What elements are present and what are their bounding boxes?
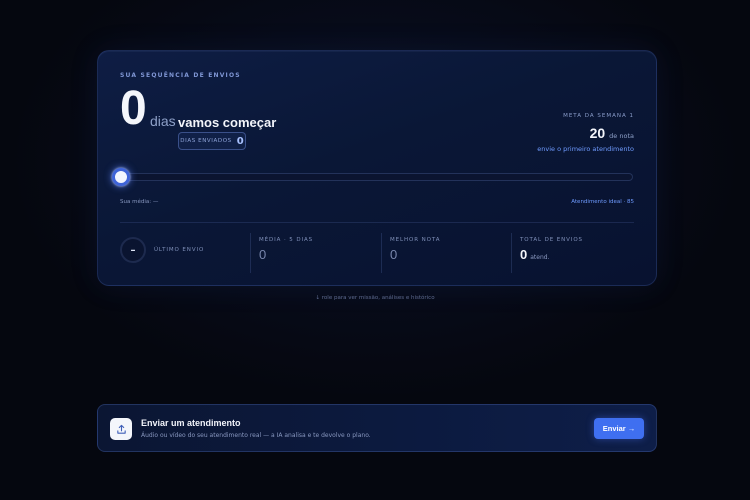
progress-track bbox=[120, 173, 633, 181]
total-submissions-unit: atend. bbox=[530, 254, 550, 261]
stat-total-submissions: TOTAL DE ENVIOS 0 atend. bbox=[511, 233, 636, 273]
average-5-days-value: 0 bbox=[259, 247, 267, 262]
weekly-goal: 20 de nota bbox=[590, 125, 634, 141]
last-submission-value: – bbox=[130, 244, 136, 256]
streak-card: SUA SEQUÊNCIA DE ENVIOS 0 dias vamos com… bbox=[97, 50, 657, 286]
days-sent-label: DIAS ENVIADOS bbox=[180, 138, 232, 144]
best-score-value: 0 bbox=[390, 247, 398, 262]
send-button-label: Enviar bbox=[602, 424, 626, 433]
average-label: Sua média: — bbox=[120, 199, 159, 205]
upload-description: Áudio ou vídeo do seu atendimento real —… bbox=[141, 432, 371, 439]
upload-title: Enviar um atendimento bbox=[141, 418, 241, 428]
total-submissions-value: 0 atend. bbox=[520, 247, 636, 262]
streak-headline: vamos começar bbox=[178, 115, 277, 130]
first-submission-link[interactable]: envie o primeiro atendimento bbox=[537, 145, 634, 153]
streak-eyebrow: SUA SEQUÊNCIA DE ENVIOS bbox=[120, 72, 241, 79]
weekly-goal-label: META DA SEMANA 1 bbox=[563, 113, 634, 119]
weekly-goal-value: 20 bbox=[589, 125, 606, 141]
upload-icon[interactable] bbox=[110, 418, 132, 440]
stats-row: – ÚLTIMO ENVIO MÉDIA · 5 DIAS 0 MELHOR N… bbox=[120, 233, 634, 273]
stat-average-5-days: MÉDIA · 5 DIAS 0 bbox=[250, 233, 381, 273]
upload-card: Enviar um atendimento Áudio ou vídeo do … bbox=[97, 404, 657, 452]
best-score-label: MELHOR NOTA bbox=[390, 237, 441, 243]
total-submissions-label: TOTAL DE ENVIOS bbox=[520, 237, 583, 243]
last-submission-ring: – bbox=[120, 237, 146, 263]
days-sent-badge: DIAS ENVIADOS 0 bbox=[178, 132, 246, 150]
streak-days-unit: dias bbox=[150, 113, 176, 129]
arrow-right-icon: → bbox=[627, 424, 636, 433]
scroll-hint: ↓ role para ver missão, análises e histó… bbox=[315, 295, 435, 301]
send-button[interactable]: Enviar → bbox=[594, 418, 644, 439]
days-sent-value: 0 bbox=[236, 135, 244, 147]
progress-thumb bbox=[112, 168, 130, 186]
total-submissions-number: 0 bbox=[520, 247, 528, 262]
ideal-score-label: Atendimento ideal · 85 bbox=[571, 199, 634, 205]
streak-days-value: 0 bbox=[120, 82, 147, 135]
last-submission-label: ÚLTIMO ENVIO bbox=[154, 247, 205, 253]
stats-divider bbox=[120, 222, 634, 223]
weekly-goal-unit: de nota bbox=[609, 132, 634, 140]
stat-best-score: MELHOR NOTA 0 bbox=[381, 233, 511, 273]
average-5-days-label: MÉDIA · 5 DIAS bbox=[259, 237, 314, 243]
stat-last-submission: – ÚLTIMO ENVIO bbox=[120, 233, 250, 273]
